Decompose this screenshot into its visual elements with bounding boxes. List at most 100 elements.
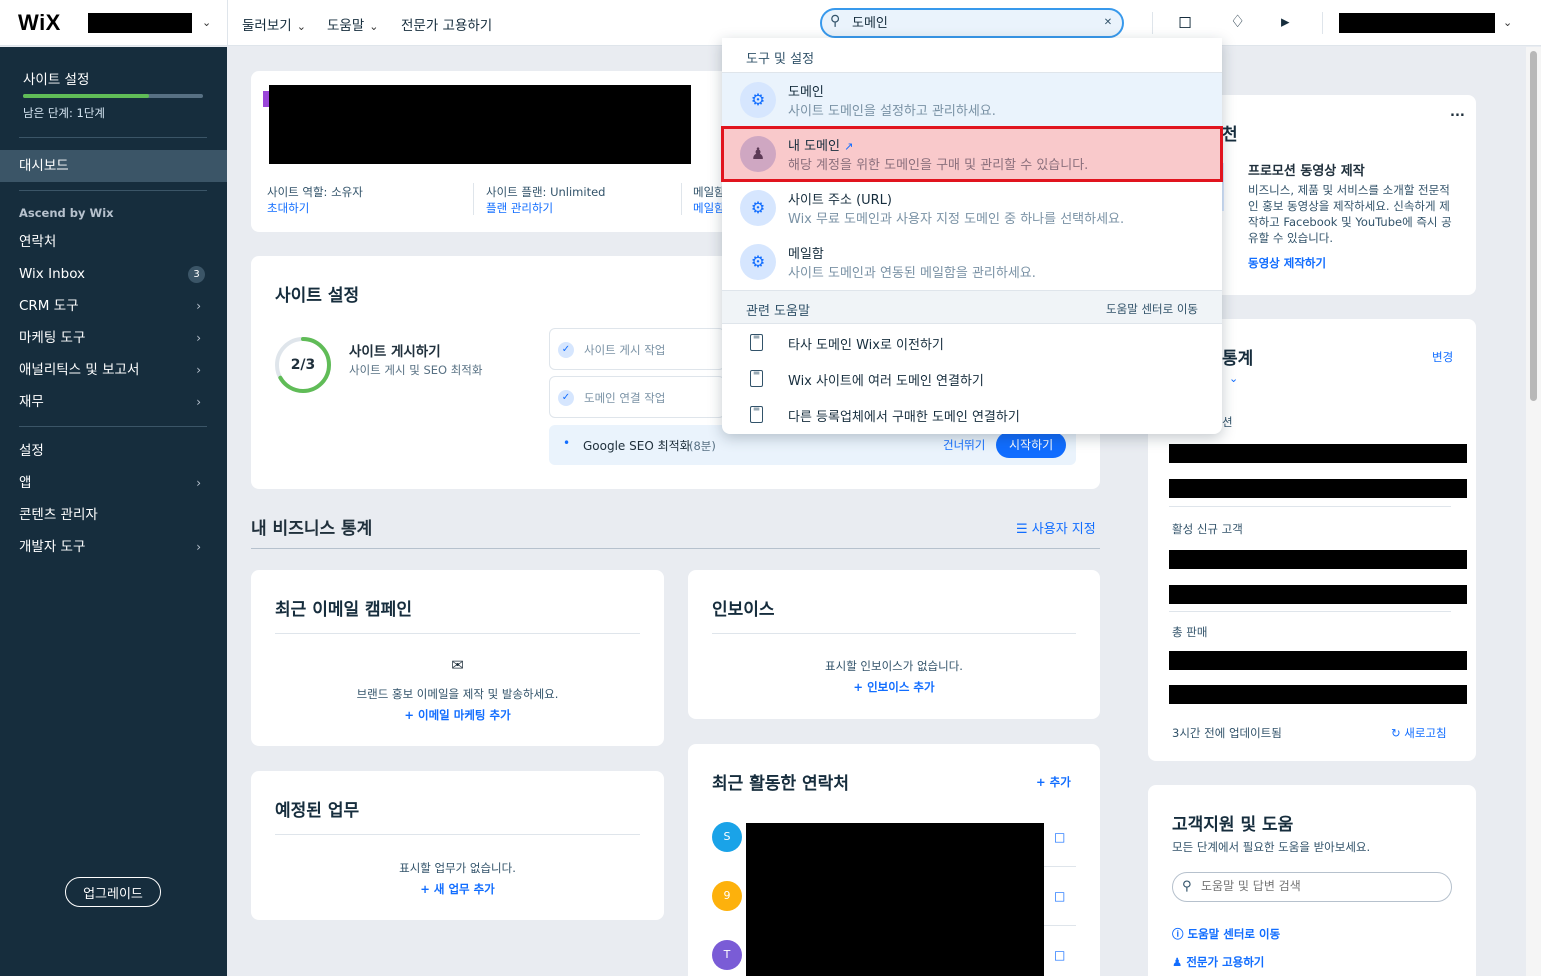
stat-value-redacted	[1169, 479, 1467, 498]
add-invoice-link[interactable]: + 인보이스 추가	[688, 679, 1100, 695]
create-video-link[interactable]: 동영상 제작하기	[1248, 255, 1326, 271]
document-icon: ≡	[750, 369, 763, 387]
sidebar-item-crm[interactable]: CRM 도구 ›	[0, 290, 227, 322]
result-desc: 사이트 도메인과 연동된 메일함을 관리하세요.	[788, 266, 1036, 281]
message-icon[interactable]: □	[1054, 830, 1065, 844]
result-domain[interactable]: ⚙ 도메인 사이트 도메인을 설정하고 관리하세요.	[722, 73, 1222, 127]
site-name-redacted[interactable]	[88, 13, 192, 33]
empty-desc: 표시할 인보이스가 없습니다.	[825, 659, 963, 673]
chevron-down-icon[interactable]: ⌄	[202, 16, 211, 29]
stat-value-redacted	[1169, 444, 1467, 463]
sidebar-item-marketing[interactable]: 마케팅 도구 ›	[0, 322, 227, 354]
divider	[473, 183, 474, 215]
task-publish[interactable]: ✓ 사이트 게시 작업	[549, 328, 725, 370]
gear-icon: ⚙	[740, 244, 776, 280]
page-scrollbar[interactable]	[1526, 47, 1541, 976]
refresh-button[interactable]: ↻ 새로고침	[1391, 725, 1447, 741]
site-role: 사이트 역할: 소유자	[267, 185, 363, 199]
divider	[275, 633, 640, 634]
account-name-redacted[interactable]	[1339, 13, 1495, 33]
add-task-link[interactable]: + 새 업무 추가	[251, 881, 664, 897]
result-title: 내 도메인 ↗	[788, 139, 854, 154]
sidebar-item-analytics[interactable]: 애널리틱스 및 보고서 ›	[0, 354, 227, 386]
search-results-dropdown: 도구 및 설정 ⚙ 도메인 사이트 도메인을 설정하고 관리하세요. ♟ 내 도…	[721, 38, 1223, 434]
sidebar-item-apps[interactable]: 앱 ›	[0, 467, 227, 499]
mailbox-link[interactable]: 메일함	[693, 200, 725, 216]
megaphone-icon[interactable]: ▸	[1281, 12, 1290, 32]
add-contact-button[interactable]: + 추가	[1036, 774, 1071, 790]
article-title: 다른 등록업체에서 구매한 도메인 연결하기	[788, 410, 1020, 425]
nav-help[interactable]: 도움말 ⌄	[327, 14, 378, 34]
card-title: 최근 활동한 연락처	[712, 774, 849, 794]
avatar[interactable]: T	[712, 940, 742, 970]
result-my-domains[interactable]: ♟ 내 도메인 ↗ 해당 계정을 위한 도메인을 구매 및 관리할 수 있습니다…	[721, 126, 1223, 182]
site-setup-title[interactable]: 사이트 설정	[23, 68, 89, 88]
sidebar-item-dashboard[interactable]: 대시보드	[0, 150, 227, 182]
card-title: 인보이스	[712, 600, 775, 620]
chevron-down-icon[interactable]: ⌄	[1229, 372, 1238, 385]
nav-explore[interactable]: 둘러보기 ⌄	[242, 14, 306, 34]
manage-plan-link[interactable]: 플랜 관리하기	[486, 200, 553, 216]
divider	[1169, 611, 1451, 612]
sidebar-item-label: 재무	[19, 394, 44, 410]
support-card: 고객지원 및 도움 모든 단계에서 필요한 도움을 받아보세요. ⚲ ⓘ 도움말…	[1148, 785, 1476, 976]
sidebar-item-inbox[interactable]: Wix Inbox 3	[0, 258, 227, 290]
help-article[interactable]: ≡ Wix 사이트에 여러 도메인 연결하기	[722, 361, 1222, 397]
card-title: 통계	[1222, 349, 1254, 369]
customize-button[interactable]: ☰ 사용자 지정	[1016, 518, 1096, 537]
support-desc: 모든 단계에서 필요한 도움을 받아보세요.	[1172, 840, 1371, 854]
sidebar-item-cms[interactable]: 콘텐츠 관리자	[0, 499, 227, 531]
stat-label: 션	[1222, 415, 1233, 429]
chat-icon[interactable]: ◻	[1178, 12, 1192, 32]
invite-link[interactable]: 초대하기	[267, 200, 309, 216]
sidebar-item-label: 애널리틱스 및 보고서	[19, 362, 140, 378]
avatar[interactable]: S	[712, 822, 742, 852]
sidebar-item-finance[interactable]: 재무 ›	[0, 386, 227, 418]
sidebar-item-label: 마케팅 도구	[19, 330, 86, 346]
mailbox-label: 메일함	[693, 185, 725, 199]
help-search-input[interactable]	[1201, 879, 1441, 893]
progress-text: 2/3	[290, 357, 316, 373]
task-time: (8분)	[689, 439, 716, 453]
question-icon: ⓘ	[1172, 927, 1184, 941]
help-center-link[interactable]: 도움말 센터로 이동	[1106, 301, 1198, 317]
top-search-input[interactable]	[852, 14, 1092, 29]
wix-logo[interactable]: WiX	[18, 10, 61, 36]
skip-button[interactable]: 건너뛰기	[943, 437, 985, 453]
chevron-right-icon: ›	[196, 540, 201, 554]
change-button[interactable]: 변경	[1432, 349, 1453, 365]
task-domain[interactable]: ✓ 도메인 연결 작업	[549, 376, 725, 418]
clear-icon[interactable]: ✕	[1101, 16, 1115, 30]
scrollbar-thumb[interactable]	[1530, 51, 1537, 401]
sidebar-item-contacts[interactable]: 연락처	[0, 226, 227, 258]
stat-value-redacted	[1169, 685, 1467, 704]
nav-hire-expert[interactable]: 전문가 고용하기	[401, 14, 492, 34]
site-preview-redacted[interactable]	[269, 85, 691, 164]
hire-expert-link[interactable]: ♟ 전문가 고용하기	[1172, 954, 1264, 970]
step-title[interactable]: 사이트 게시하기	[349, 340, 441, 360]
chevron-down-icon: ⌄	[369, 20, 379, 33]
add-label: 추가	[1049, 775, 1071, 789]
upgrade-button[interactable]: 업그레이드	[65, 877, 161, 907]
message-icon[interactable]: □	[1054, 948, 1065, 962]
add-email-marketing-link[interactable]: + 이메일 마케팅 추가	[251, 707, 664, 723]
bell-icon[interactable]: ♢	[1230, 12, 1245, 32]
start-button[interactable]: 시작하기	[996, 432, 1067, 458]
result-mailbox[interactable]: ⚙ 메일함 사이트 도메인과 연동된 메일함을 관리하세요.	[722, 235, 1222, 289]
sidebar: 사이트 설정 남은 단계: 1단계 대시보드 Ascend by Wix 연락처…	[0, 47, 227, 976]
help-center-link[interactable]: ⓘ 도움말 센터로 이동	[1172, 926, 1280, 942]
avatar[interactable]: 9	[712, 881, 742, 911]
more-icon[interactable]: ...	[1450, 105, 1465, 120]
help-article[interactable]: ≡ 타사 도메인 Wix로 이전하기	[722, 325, 1222, 361]
link-label: 인보이스 추가	[867, 680, 935, 694]
help-article[interactable]: ≡ 다른 등록업체에서 구매한 도메인 연결하기	[722, 397, 1222, 433]
message-icon[interactable]: □	[1054, 889, 1065, 903]
sidebar-item-dev-tools[interactable]: 개발자 도구 ›	[0, 531, 227, 563]
result-site-address[interactable]: ⚙ 사이트 주소 (URL) Wix 무료 도메인과 사용자 지정 도메인 중 …	[722, 181, 1222, 235]
chevron-down-icon[interactable]: ⌄	[1503, 16, 1512, 29]
help-search-box[interactable]: ⚲	[1172, 872, 1452, 902]
task-label: 사이트 게시 작업	[584, 343, 666, 357]
sidebar-item-settings[interactable]: 설정	[0, 435, 227, 467]
result-desc: 사이트 도메인을 설정하고 관리하세요.	[788, 104, 996, 119]
top-search-box[interactable]: ⚲ ✕	[820, 8, 1124, 38]
